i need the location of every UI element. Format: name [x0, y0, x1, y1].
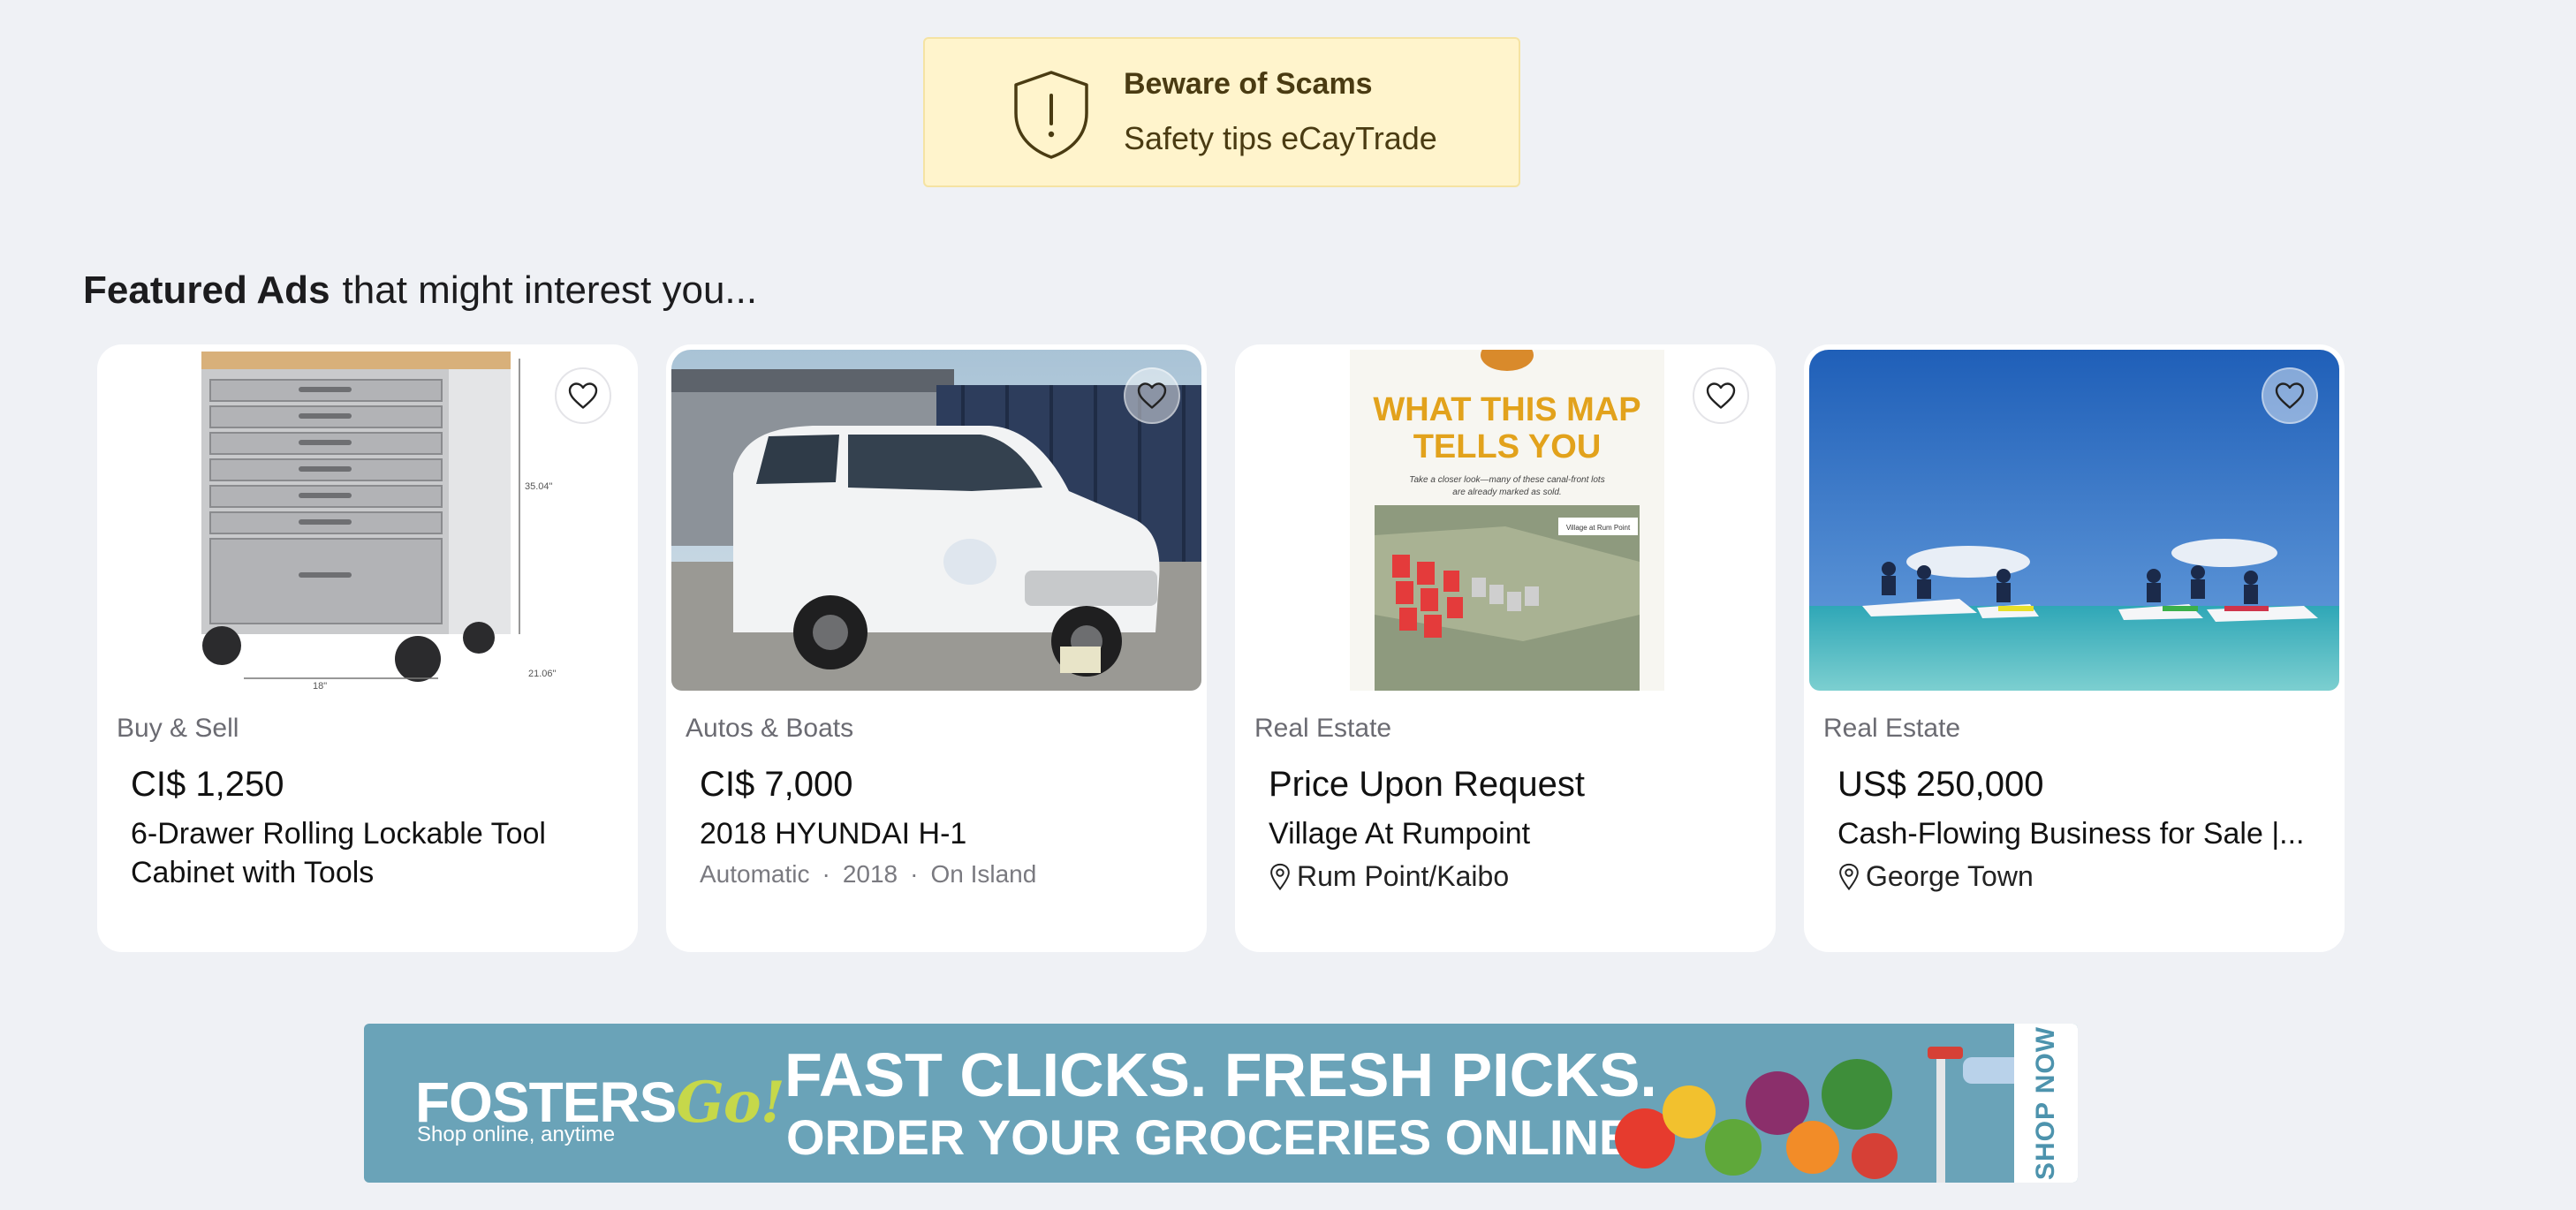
ad-title[interactable]: 2018 HYUNDAI H-1	[700, 814, 1177, 853]
ad-category: Autos & Boats	[686, 714, 854, 743]
heart-icon	[1137, 382, 1167, 409]
ad-title[interactable]: Village At Rumpoint	[1269, 814, 1746, 853]
depth-dimension-label: 21.06"	[528, 669, 557, 679]
ad-card[interactable]: Real Estate US$ 250,000 Cash-Flowing Bus…	[1804, 344, 2345, 952]
ad-image[interactable]: WHAT THIS MAP TELLS YOU Take a closer lo…	[1240, 350, 1770, 691]
ad-meta: Automatic · 2018 · On Island	[700, 860, 1037, 888]
scam-notice[interactable]: Beware of Scams Safety tips eCayTrade	[923, 37, 1520, 187]
heart-icon	[568, 382, 598, 409]
ad-card[interactable]: Autos & Boats CI$ 7,000 2018 HYUNDAI H-1…	[666, 344, 1207, 952]
ad-location: George Town	[1837, 860, 2034, 893]
banner-tagline: Shop online, anytime	[417, 1123, 616, 1146]
jet-ski-photo	[1809, 350, 2339, 691]
white-van-photo	[671, 350, 1201, 691]
ad-category: Real Estate	[1823, 714, 1961, 743]
favorite-button[interactable]	[2262, 367, 2318, 424]
groceries-image	[1615, 1047, 2025, 1183]
scam-notice-link[interactable]: Safety tips eCayTrade	[1124, 120, 1437, 157]
shop-now-button[interactable]: SHOP NOW	[2014, 1024, 2078, 1183]
shop-now-label: SHOP NOW	[2031, 1025, 2061, 1181]
ad-image[interactable]	[1809, 350, 2339, 691]
flyer-headline: WHAT THIS MAP	[1373, 391, 1640, 428]
fosters-banner-ad[interactable]: FOSTERSGo! Shop online, anytime FAST CLI…	[364, 1024, 2078, 1183]
favorite-button[interactable]	[1124, 367, 1180, 424]
location-status-label: On Island	[930, 860, 1037, 888]
flyer-headline-line2: TELLS YOU	[1413, 428, 1602, 465]
fosters-logo-accent: Go!	[676, 1070, 784, 1136]
featured-heading: Featured Ads that might interest you...	[83, 268, 757, 313]
ad-location-label: George Town	[1866, 860, 2034, 892]
map-flyer-photo: WHAT THIS MAP TELLS YOU Take a closer lo…	[1240, 350, 1770, 691]
ad-price: US$ 250,000	[1837, 765, 2044, 804]
heart-icon	[2275, 382, 2305, 409]
flyer-caption-line2: are already marked as sold.	[1452, 488, 1561, 497]
year-label: 2018	[842, 860, 898, 888]
ad-card[interactable]: 35.04" 21.06" 18" Buy & Sell CI$ 1,250 6…	[97, 344, 638, 952]
heart-icon	[1706, 382, 1736, 409]
ad-location-label: Rum Point/Kaibo	[1297, 860, 1510, 892]
flyer-caption: Take a closer look—many of these canal-f…	[1409, 475, 1604, 485]
featured-heading-rest: that might interest you...	[342, 268, 758, 312]
location-pin-icon	[1270, 863, 1290, 890]
ad-card[interactable]: WHAT THIS MAP TELLS YOU Take a closer lo…	[1235, 344, 1776, 952]
ad-title[interactable]: 6-Drawer Rolling Lockable Tool Cabinet w…	[131, 814, 608, 892]
ad-title[interactable]: Cash-Flowing Business for Sale |...	[1837, 814, 2315, 853]
tool-cabinet-photo: 35.04" 21.06" 18"	[102, 350, 633, 691]
shield-alert-icon	[1014, 71, 1088, 159]
favorite-button[interactable]	[555, 367, 611, 424]
transmission-label: Automatic	[700, 860, 810, 888]
scam-notice-title: Beware of Scams	[1124, 67, 1373, 101]
ad-category: Real Estate	[1254, 714, 1392, 743]
ad-price: CI$ 7,000	[700, 765, 853, 804]
ad-image[interactable]	[671, 350, 1201, 691]
banner-subheadline: ORDER YOUR GROCERIES ONLINE	[786, 1109, 1633, 1165]
location-pin-icon	[1839, 863, 1859, 890]
ad-price: Price Upon Request	[1269, 765, 1585, 804]
map-label: Village at Rum Point	[1566, 524, 1631, 532]
width-dimension-label: 18"	[313, 681, 327, 691]
ad-price: CI$ 1,250	[131, 765, 284, 804]
height-dimension-label: 35.04"	[525, 481, 553, 492]
banner-headline: FAST CLICKS. FRESH PICKS.	[784, 1040, 1657, 1109]
ad-location: Rum Point/Kaibo	[1269, 860, 1509, 893]
ad-category: Buy & Sell	[117, 714, 239, 743]
featured-heading-bold: Featured Ads	[83, 268, 330, 312]
ad-image[interactable]: 35.04" 21.06" 18"	[102, 350, 633, 691]
favorite-button[interactable]	[1693, 367, 1749, 424]
